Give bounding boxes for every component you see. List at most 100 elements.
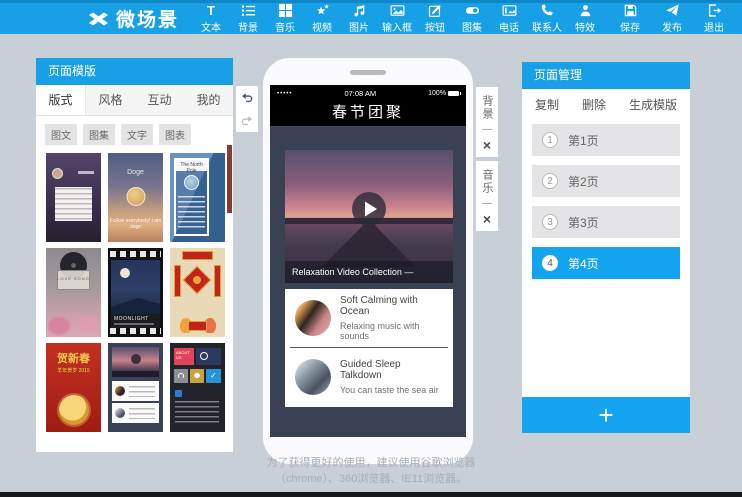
template-title: MOONLIGHT [114,316,149,322]
tool-gallery[interactable]: 图集 [456,3,488,34]
layer-tab-background[interactable]: 背景 — × [476,87,498,157]
page-item-2[interactable]: 2 第2页 [532,165,680,197]
tool-input-box[interactable]: 输入框 [380,3,414,34]
page-title[interactable]: 春节团聚 [270,102,466,126]
template-scrollbar[interactable] [227,145,232,213]
layer-tab-music[interactable]: 音乐 — × [476,161,498,231]
redo-icon[interactable] [240,115,254,126]
gold-flower [59,395,89,425]
page-number-badge: 3 [542,214,558,230]
template-night-city[interactable] [46,153,101,242]
tool-effects[interactable]: 特效 [569,3,601,34]
toolbar-insert-group: T 文本 背景 音乐 视频 图片 输入框 [195,3,601,34]
layer-label: 背景 [479,95,495,121]
tool-background[interactable]: 背景 [232,3,264,34]
page-item-4-active[interactable]: 4 第4页 [532,247,680,279]
template-north-pole[interactable]: The North Pole [170,153,225,242]
close-icon[interactable]: × [483,213,491,225]
tool-button[interactable]: 按钮 [419,3,451,34]
app-title: 微场景 [116,5,179,32]
mini-play-icon [131,354,141,364]
bottom-strip [0,492,742,497]
battery-icon [448,91,459,96]
phone-speaker [350,70,386,75]
template-spring-greeting[interactable]: 贺新春 羊年贺岁 2015 [46,343,101,432]
template-moonlight[interactable]: MOONLIGHT [108,248,163,337]
template-cny-kids[interactable] [170,248,225,337]
tool-text[interactable]: T 文本 [195,3,227,34]
fu-pattern [193,276,201,284]
flower-blob [80,317,98,331]
name-bar [78,171,94,174]
filter-text[interactable]: 文字 [121,124,153,145]
edit-icon [428,3,443,18]
add-page-button[interactable]: + [522,397,690,433]
page-item-3[interactable]: 3 第3页 [532,206,680,238]
tool-video[interactable]: 视频 [306,3,338,34]
tile-about: ABOUT US [174,348,194,365]
mini-text [129,386,155,397]
template-doge[interactable]: Doge Follow everybody! I am doge [108,153,163,242]
publish-button[interactable]: 发布 [656,3,688,34]
film-holes [110,251,161,257]
tab-mine[interactable]: 我的 [184,85,233,115]
minimize-icon[interactable]: — [482,126,492,134]
tab-layout[interactable]: 版式 [36,85,86,115]
bottom-sign [188,321,207,331]
track-item[interactable]: Guided Sleep Talkdown You can taste the … [285,348,453,406]
editor-app: 微场景 T 文本 背景 音乐 视频 图片 [0,0,742,497]
page-label: 第2页 [568,173,599,190]
floppy-icon [623,3,638,18]
track-item[interactable]: Soft Calming with Ocean Relaxing music w… [285,289,453,347]
mini-caption [112,371,159,377]
page-list: 1 第1页 2 第2页 3 第3页 4 第4页 [522,120,690,279]
paper-plane-icon [665,3,680,18]
tool-music[interactable]: 音乐 [269,3,301,34]
template-subtitle: 羊年贺岁 2015 [46,367,101,374]
copy-page-button[interactable]: 复制 [535,96,559,113]
track-list: Soft Calming with Ocean Relaxing music w… [285,289,453,407]
video-caption: Relaxation Video Collection — [285,261,453,283]
flower-blob [48,317,70,335]
generate-template-button[interactable]: 生成模版 [629,96,677,113]
track-subtitle: You can taste the sea air [340,385,443,395]
doge-avatar [126,187,145,206]
tool-contacts[interactable]: 联系人 [530,3,564,34]
card-text [178,196,205,228]
minimize-icon[interactable]: — [482,200,492,208]
layer-label: 音乐 [479,169,495,195]
filter-gallery[interactable]: 图集 [83,124,115,145]
grid-icon [278,3,293,18]
page-canvas: Relaxation Video Collection — Soft Calmi… [270,126,466,437]
page-number-badge: 2 [542,173,558,189]
page-label: 第4页 [568,255,599,272]
undo-icon[interactable] [240,92,254,103]
save-button[interactable]: 保存 [614,3,646,34]
template-metro-tiles[interactable]: ABOUT US ✓ [170,343,225,432]
template-grid: Doge Follow everybody! I am doge The Nor… [36,150,233,432]
page-number-badge: 1 [542,132,558,148]
tool-image[interactable]: 图片 [343,3,375,34]
template-title: 贺新春 [46,350,101,366]
picture-frame-icon [502,3,517,18]
template-video-collection[interactable] [108,343,163,432]
exit-button[interactable]: 退出 [698,3,730,34]
filter-chart[interactable]: 图表 [159,124,191,145]
play-icon[interactable] [351,191,387,227]
filter-image-text[interactable]: 图文 [45,124,77,145]
tool-phone[interactable]: 电话 [493,3,525,34]
tab-interaction[interactable]: 互动 [135,85,184,115]
delete-page-button[interactable]: 删除 [582,96,606,113]
page-item-1[interactable]: 1 第1页 [532,124,680,156]
tab-style[interactable]: 风格 [86,85,135,115]
status-time: 07:08 AM [293,89,429,98]
template-love-song[interactable]: LOVE SONG [46,248,101,337]
track-title: Guided Sleep Talkdown [340,359,443,381]
card-circle [184,175,199,190]
track-thumbnail [295,359,331,395]
logout-icon [707,3,722,18]
close-icon[interactable]: × [483,139,491,151]
mini-row [112,403,159,423]
video-block[interactable]: Relaxation Video Collection — [285,150,453,283]
mini-text [129,408,155,419]
